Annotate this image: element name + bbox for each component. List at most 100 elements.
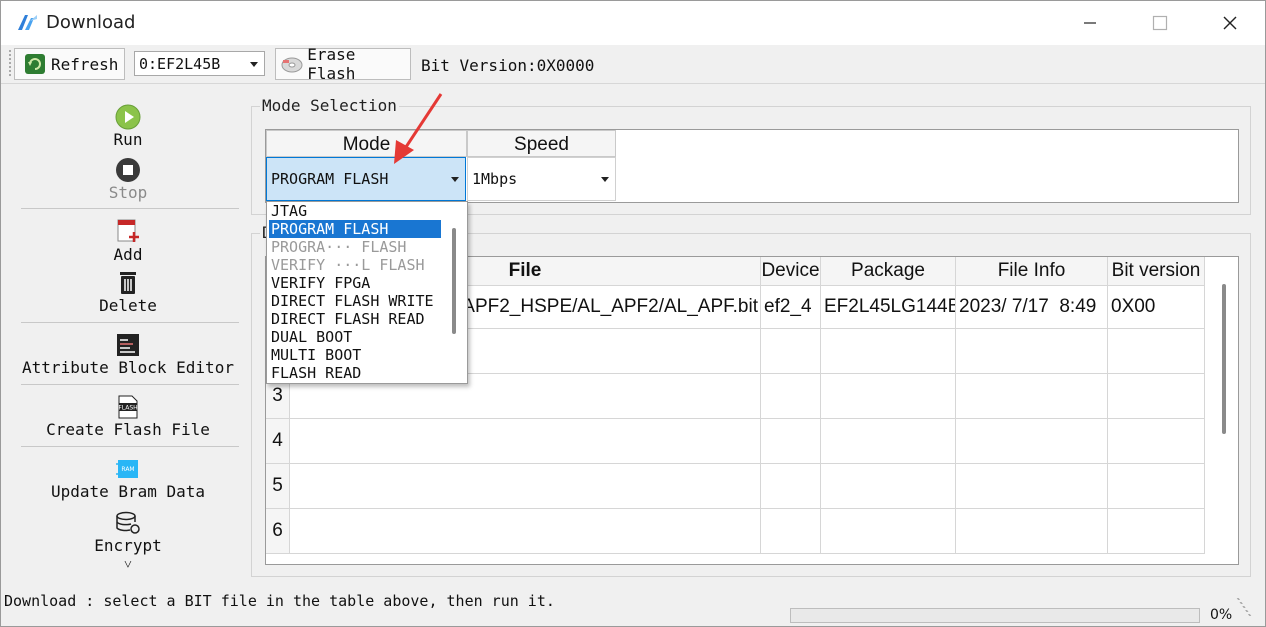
mode-option-multi-boot[interactable]: MULTI BOOT: [269, 346, 443, 364]
sidebar-item-update-bram-data[interactable]: RAM Update Bram Data: [1, 456, 255, 501]
mode-option-verify-fpga[interactable]: VERIFY FPGA: [269, 274, 443, 292]
sidebar-item-create-flash-file[interactable]: FLASH Create Flash File: [1, 394, 255, 439]
sidebar-item-label: Create Flash File: [46, 420, 210, 439]
action-sidebar: Run Stop Add Delete Attribute Block Edit…: [1, 84, 249, 584]
sidebar-item-add[interactable]: Add: [1, 217, 255, 264]
mode-option-flash-read[interactable]: FLASH READ: [269, 364, 443, 382]
sidebar-divider: [21, 322, 239, 323]
speed-select-value: 1Mbps: [472, 170, 518, 188]
svg-text:RAM: RAM: [121, 466, 134, 473]
window-title: Download: [46, 12, 136, 33]
progress-percent: 0%: [1210, 607, 1233, 623]
sidebar-item-stop[interactable]: Stop: [1, 157, 255, 202]
row-number[interactable]: 5: [266, 464, 290, 509]
mode-dropdown-list[interactable]: JTAG PROGRAM FLASH PROGRA··· FLASH VERIF…: [266, 201, 468, 384]
dropdown-scrollbar[interactable]: [441, 202, 465, 383]
dropdown-scrollbar-thumb[interactable]: [452, 228, 456, 334]
ram-icon: RAM: [116, 460, 140, 478]
device-cell[interactable]: [761, 329, 821, 374]
status-message: Download : select a BIT file in the tabl…: [4, 592, 555, 610]
package-cell[interactable]: [821, 419, 956, 464]
file-info-cell[interactable]: 2023/ 7/17 8:49: [956, 286, 1108, 329]
sidebar-divider: [21, 208, 239, 209]
maximize-icon: [1152, 15, 1168, 31]
mode-option-program-flash-disabled: PROGRA··· FLASH: [271, 238, 407, 256]
file-info-cell[interactable]: [956, 509, 1108, 554]
file-info-cell[interactable]: [956, 464, 1108, 509]
chevron-down-icon: [601, 177, 609, 182]
file-cell[interactable]: [290, 509, 761, 554]
bit-version-cell[interactable]: [1108, 509, 1205, 554]
speed-column-header: Speed: [467, 130, 616, 157]
toolbar: Refresh 0:EF2L45B Erase Flash Bit Versio…: [1, 45, 1265, 84]
mode-option-program-flash[interactable]: PROGRAM FLASH: [269, 220, 443, 238]
package-cell[interactable]: [821, 509, 956, 554]
package-cell[interactable]: [821, 374, 956, 419]
device-cell[interactable]: [761, 464, 821, 509]
mode-option-jtag[interactable]: JTAG: [269, 202, 443, 220]
mode-select-value: PROGRAM FLASH: [271, 170, 389, 188]
minimize-button[interactable]: [1055, 1, 1125, 45]
sidebar-divider: [21, 384, 239, 385]
trash-icon: [120, 272, 136, 294]
mode-option-direct-flash-write[interactable]: DIRECT FLASH WRITE: [269, 292, 443, 310]
app-logo-icon: [18, 15, 37, 30]
bit-version-cell[interactable]: [1108, 374, 1205, 419]
sidebar-more-chevron[interactable]: ˅: [1, 557, 255, 574]
device-cell[interactable]: [761, 509, 821, 554]
add-file-icon: [117, 219, 139, 242]
table-scrollbar-thumb[interactable]: [1222, 284, 1226, 434]
title-bar: Download: [1, 1, 1265, 45]
sidebar-item-label: Attribute Block Editor: [22, 358, 234, 377]
erase-flash-label: Erase Flash: [307, 45, 356, 83]
mode-option-direct-flash-read[interactable]: DIRECT FLASH READ: [269, 310, 443, 328]
minimize-icon: [1084, 22, 1096, 24]
erase-flash-button[interactable]: Erase Flash: [275, 45, 411, 83]
package-cell[interactable]: [821, 464, 956, 509]
flash-file-icon: FLASH: [118, 395, 138, 419]
refresh-button[interactable]: Refresh: [14, 48, 125, 80]
maximize-button[interactable]: [1125, 1, 1195, 45]
file-info-cell[interactable]: [956, 329, 1108, 374]
sidebar-item-encrypt[interactable]: Encrypt: [1, 510, 255, 555]
file-info-cell[interactable]: [956, 419, 1108, 464]
encrypt-icon: [116, 511, 140, 534]
refresh-icon: [25, 54, 45, 74]
table-scrollbar[interactable]: [1209, 257, 1237, 564]
bit-version-column-header[interactable]: Bit version: [1108, 257, 1205, 286]
play-icon: [115, 104, 141, 130]
sidebar-divider: [21, 446, 239, 447]
bit-version-cell[interactable]: [1108, 464, 1205, 509]
package-column-header[interactable]: Package: [821, 257, 956, 286]
sidebar-item-attribute-block-editor[interactable]: Attribute Block Editor: [1, 332, 255, 377]
bit-version-cell[interactable]: [1108, 329, 1205, 374]
mode-selection-title: Mode Selection: [260, 96, 399, 115]
bit-version-cell[interactable]: [1108, 419, 1205, 464]
package-cell[interactable]: EF2L45LG144B: [821, 286, 956, 329]
bit-version-cell[interactable]: 0X00: [1108, 286, 1205, 329]
file-info-column-header[interactable]: File Info: [956, 257, 1108, 286]
close-button[interactable]: [1195, 1, 1265, 45]
annotation-arrow-icon: [394, 93, 443, 164]
device-cell[interactable]: [761, 419, 821, 464]
mode-option-dual-boot[interactable]: DUAL BOOT: [269, 328, 443, 346]
row-number[interactable]: 4: [266, 419, 290, 464]
mode-option-verify-flash-disabled: VERIFY ···L FLASH: [271, 256, 425, 274]
row-number[interactable]: 6: [266, 509, 290, 554]
refresh-label: Refresh: [51, 54, 119, 74]
sidebar-item-run[interactable]: Run: [1, 104, 255, 149]
sidebar-item-label: Add: [113, 245, 143, 264]
speed-select[interactable]: 1Mbps: [467, 157, 616, 201]
sidebar-item-label: Delete: [99, 296, 157, 315]
device-cell[interactable]: [761, 374, 821, 419]
file-info-cell[interactable]: [956, 374, 1108, 419]
package-cell[interactable]: [821, 329, 956, 374]
file-cell[interactable]: [290, 464, 761, 509]
device-cell[interactable]: ef2_4: [761, 286, 821, 329]
file-cell[interactable]: [290, 419, 761, 464]
device-column-header[interactable]: Device: [761, 257, 821, 286]
sidebar-item-delete[interactable]: Delete: [1, 270, 255, 315]
sidebar-item-label: Update Bram Data: [50, 482, 206, 501]
bit-version-label: Bit Version:0X0000: [421, 56, 595, 75]
device-select[interactable]: 0:EF2L45B: [134, 51, 265, 76]
